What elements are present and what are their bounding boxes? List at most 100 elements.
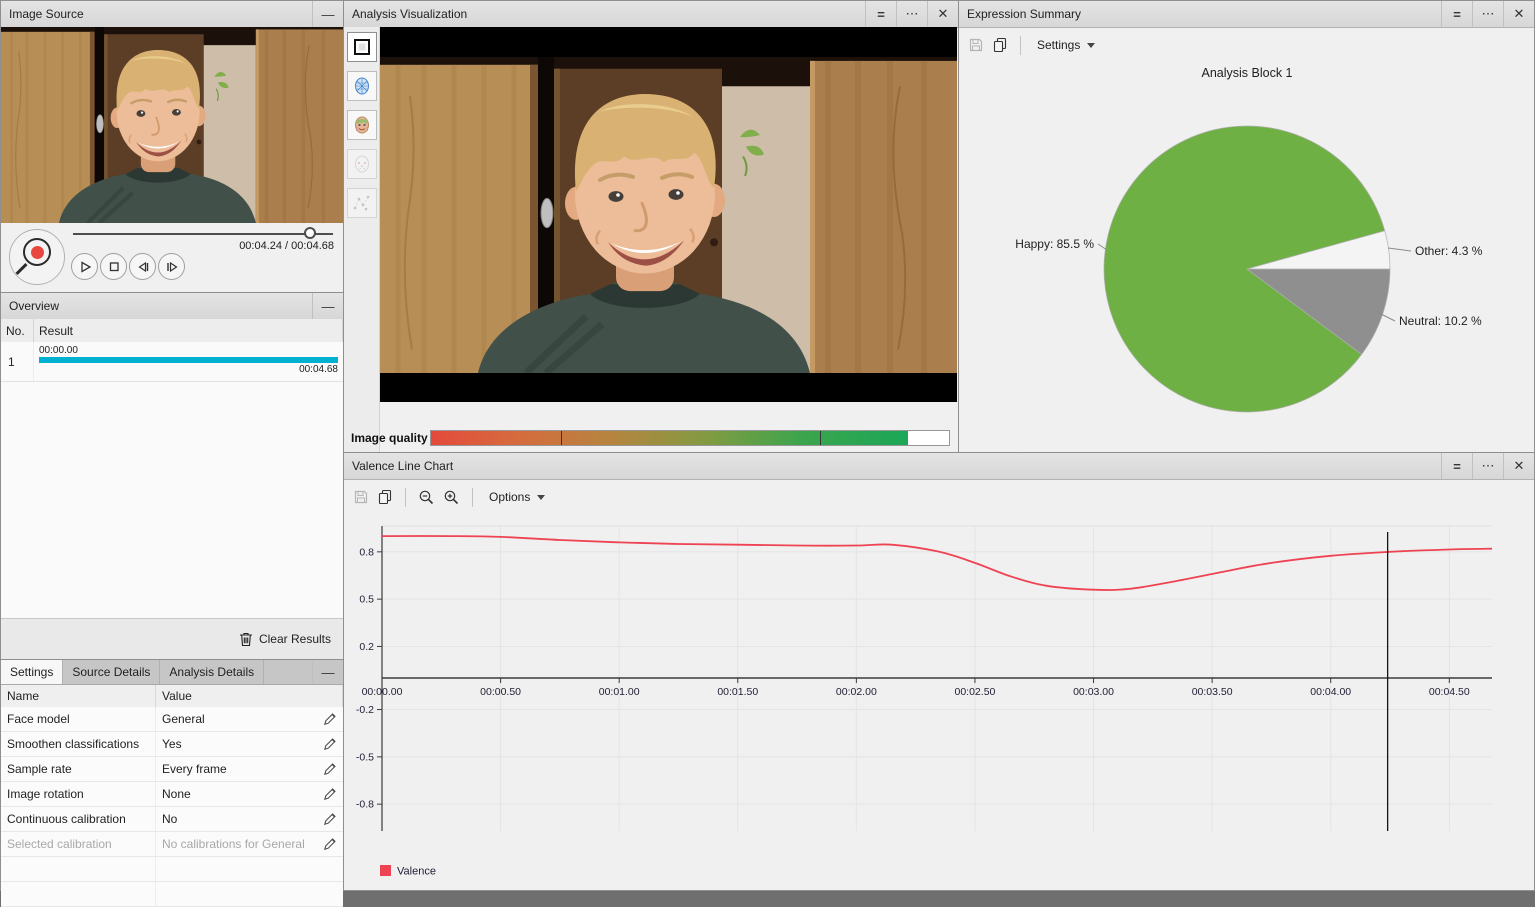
view-mesh-button[interactable] xyxy=(347,71,377,101)
setting-value: No xyxy=(156,807,317,831)
image-quality-fill xyxy=(431,431,908,445)
quality-threshold-tick xyxy=(561,431,562,445)
zoom-out-button[interactable] xyxy=(418,489,435,506)
y-tick-label: -0.8 xyxy=(356,799,374,811)
x-tick-label: 00:01.50 xyxy=(717,686,758,698)
x-tick-label: 00:03.00 xyxy=(1073,686,1114,698)
tab-source-details[interactable]: Source Details xyxy=(63,660,160,684)
details-tabstrip: Settings Source Details Analysis Details… xyxy=(1,660,343,685)
more-options-icon[interactable]: ⋯ xyxy=(896,1,927,27)
face-model-icon xyxy=(352,115,372,135)
tab-analysis-details[interactable]: Analysis Details xyxy=(160,660,264,684)
stop-button[interactable] xyxy=(100,253,127,280)
minimize-icon[interactable]: — xyxy=(312,660,343,684)
toolbar-separator xyxy=(1020,36,1021,55)
panel-title: Expression Summary xyxy=(959,1,1441,27)
detail-row: Continuous calibrationNo xyxy=(1,807,343,832)
more-options-icon[interactable]: ⋯ xyxy=(1472,1,1503,27)
analysis-video-view[interactable] xyxy=(380,27,957,402)
edit-pencil-icon[interactable] xyxy=(317,832,343,856)
seek-slider-thumb[interactable] xyxy=(304,227,316,239)
frame-icon xyxy=(353,38,371,56)
valence-toolbar: Options xyxy=(344,480,1534,514)
play-icon xyxy=(74,256,96,278)
view-landmarks-button[interactable] xyxy=(347,149,377,179)
image-source-panel: Image Source — 00:04.24 / 00:04.68 xyxy=(0,0,344,293)
view-frame-button[interactable] xyxy=(347,32,377,62)
copy-icon[interactable] xyxy=(992,37,1008,53)
panel-title: Overview xyxy=(1,293,312,319)
time-display: 00:04.24 / 00:04.68 xyxy=(239,240,334,252)
quality-threshold-tick xyxy=(820,431,821,445)
x-tick-label: 00:02.50 xyxy=(955,686,996,698)
edit-pencil-icon[interactable] xyxy=(317,757,343,781)
step-back-button[interactable] xyxy=(129,253,156,280)
expression-pie-chart: Analysis Block 1 Neutral: 10.2 % Happy: 8… xyxy=(959,61,1534,452)
edit-pencil-icon[interactable] xyxy=(317,732,343,756)
toolbar-separator xyxy=(405,488,406,507)
pie-chart-title: Analysis Block 1 xyxy=(1201,66,1292,80)
chevron-down-icon xyxy=(1087,43,1095,48)
result-number: 1 xyxy=(1,342,34,381)
source-video-thumbnail[interactable] xyxy=(1,27,343,223)
close-icon[interactable]: ✕ xyxy=(927,1,958,27)
setting-value: General xyxy=(156,707,317,731)
zoom-out-icon xyxy=(418,489,435,506)
minimize-icon[interactable]: — xyxy=(312,1,343,27)
setting-value: Every frame xyxy=(156,757,317,781)
save-icon[interactable] xyxy=(353,489,369,505)
image-quality-label: Image quality xyxy=(351,431,428,445)
setting-value: No calibrations for General xyxy=(156,832,317,856)
clear-results-button[interactable]: Clear Results xyxy=(259,632,331,646)
setting-name: Face model xyxy=(1,707,156,731)
result-row[interactable]: 1 00:00.00 00:04.68 xyxy=(1,342,343,382)
view-points-button[interactable] xyxy=(347,188,377,218)
setting-name: Image rotation xyxy=(1,782,156,806)
panel-menu-icon[interactable]: = xyxy=(1441,1,1472,27)
x-tick-label: 00:02.00 xyxy=(836,686,877,698)
play-button[interactable] xyxy=(71,253,98,280)
panel-menu-icon[interactable]: = xyxy=(1441,453,1472,479)
close-icon[interactable]: ✕ xyxy=(1503,453,1534,479)
save-icon[interactable] xyxy=(968,37,984,53)
column-name: Name xyxy=(1,685,156,707)
y-tick-label: 0.5 xyxy=(359,594,374,606)
tab-settings[interactable]: Settings xyxy=(1,660,63,684)
face-mesh-icon xyxy=(352,76,372,96)
analysis-visualization-panel: Analysis Visualization = ⋯ ✕ Image quali… xyxy=(343,0,959,453)
pie-label-happy: Happy: 85.5 % xyxy=(1015,237,1094,251)
details-table-header: Name Value xyxy=(1,685,343,708)
edit-pencil-icon[interactable] xyxy=(317,707,343,731)
copy-icon[interactable] xyxy=(377,489,393,505)
overview-table-header: No. Result xyxy=(1,319,343,343)
analyze-record-button[interactable] xyxy=(9,229,65,285)
edit-pencil-icon[interactable] xyxy=(317,807,343,831)
step-back-icon xyxy=(132,256,154,278)
setting-name: Sample rate xyxy=(1,757,156,781)
view-model-button[interactable] xyxy=(347,110,377,140)
panel-title: Valence Line Chart xyxy=(344,453,1441,479)
step-forward-button[interactable] xyxy=(158,253,185,280)
zoom-in-button[interactable] xyxy=(443,489,460,506)
minimize-icon[interactable]: — xyxy=(312,293,343,319)
record-dot-icon xyxy=(31,246,44,259)
detail-row: Image rotationNone xyxy=(1,782,343,807)
close-icon[interactable]: ✕ xyxy=(1503,1,1534,27)
x-tick-label: 00:03.50 xyxy=(1192,686,1233,698)
detail-row: Sample rateEvery frame xyxy=(1,757,343,782)
expression-summary-panel: Expression Summary = ⋯ ✕ Settings Analys… xyxy=(958,0,1535,453)
details-rows: Face modelGeneralSmoothen classification… xyxy=(1,707,343,890)
settings-dropdown[interactable]: Settings xyxy=(1033,36,1099,54)
image-source-titlebar: Image Source — xyxy=(1,1,343,28)
y-tick-label: 0.2 xyxy=(359,641,374,653)
more-options-icon[interactable]: ⋯ xyxy=(1472,453,1503,479)
seek-slider-track[interactable] xyxy=(73,233,333,235)
viz-titlebar: Analysis Visualization = ⋯ ✕ xyxy=(344,1,958,28)
legend-swatch xyxy=(380,865,391,876)
edit-pencil-icon[interactable] xyxy=(317,782,343,806)
video-frame-art xyxy=(380,57,957,373)
panel-menu-icon[interactable]: = xyxy=(865,1,896,27)
options-dropdown[interactable]: Options xyxy=(485,488,549,506)
overview-footer: Clear Results xyxy=(1,618,343,659)
pie-label-neutral: Neutral: 10.2 % xyxy=(1399,314,1482,328)
